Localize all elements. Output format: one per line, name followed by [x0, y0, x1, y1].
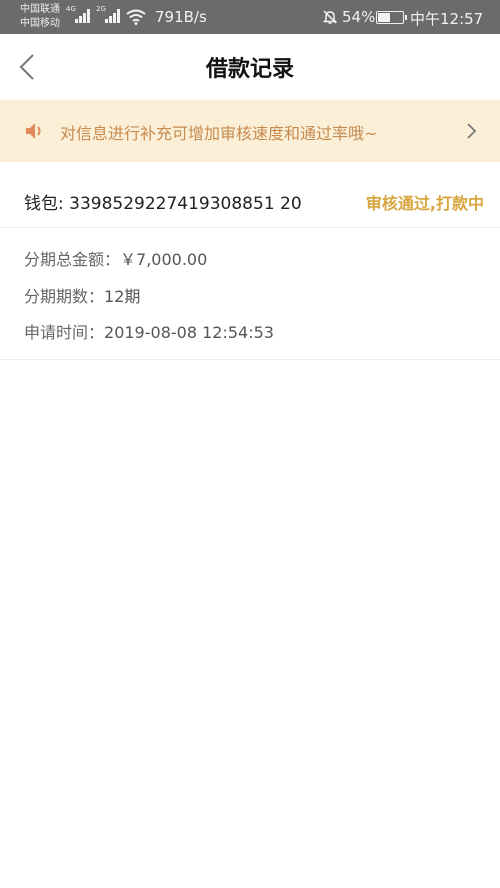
- detail-total-amount: 分期总金额：￥7,000.00: [24, 246, 207, 270]
- detail-label: 分期总金额：: [24, 250, 121, 269]
- bell-muted-icon: [322, 10, 338, 24]
- clock: 中午12:57: [410, 10, 484, 28]
- wallet-label: 钱包: 3398529227419308851 20: [24, 194, 302, 214]
- detail-value: 12期: [104, 287, 141, 306]
- chevron-right-icon: [467, 123, 477, 139]
- status-bar: 中国联通 中国移动 4G 2G 791B/s 54% 中午12:57: [0, 0, 500, 34]
- detail-value: 2019-08-08 12:54:53: [104, 323, 274, 342]
- record-header-row[interactable]: 钱包: 3398529227419308851 20 审核通过,打款中: [0, 172, 500, 228]
- detail-value: ￥7,000.00: [120, 250, 208, 269]
- battery-percent: 54%: [342, 8, 376, 26]
- notice-text: 对信息进行补充可增加审核速度和通过率哦~: [60, 124, 378, 143]
- carrier-1: 中国联通: [20, 4, 60, 15]
- wifi-icon: [126, 9, 146, 25]
- carrier-2: 中国移动: [20, 18, 60, 29]
- detail-periods: 分期期数：12期: [24, 283, 140, 307]
- status-badge: 审核通过,打款中: [365, 194, 484, 213]
- detail-apply-time: 申请时间：2019-08-08 12:54:53: [24, 319, 274, 343]
- carrier-names: 中国联通 中国移动: [20, 3, 60, 31]
- battery-icon: [376, 11, 407, 24]
- notice-banner[interactable]: 对信息进行补充可增加审核速度和通过率哦~: [0, 100, 500, 162]
- nav-bar: 借款记录: [0, 34, 500, 100]
- speaker-icon: [26, 123, 41, 139]
- network-speed: 791B/s: [155, 8, 207, 26]
- detail-label: 分期期数：: [24, 287, 105, 306]
- detail-label: 申请时间：: [24, 323, 105, 342]
- page-title: 借款记录: [205, 57, 294, 82]
- record-details: 分期总金额：￥7,000.00 分期期数：12期 申请时间：2019-08-08…: [0, 228, 500, 360]
